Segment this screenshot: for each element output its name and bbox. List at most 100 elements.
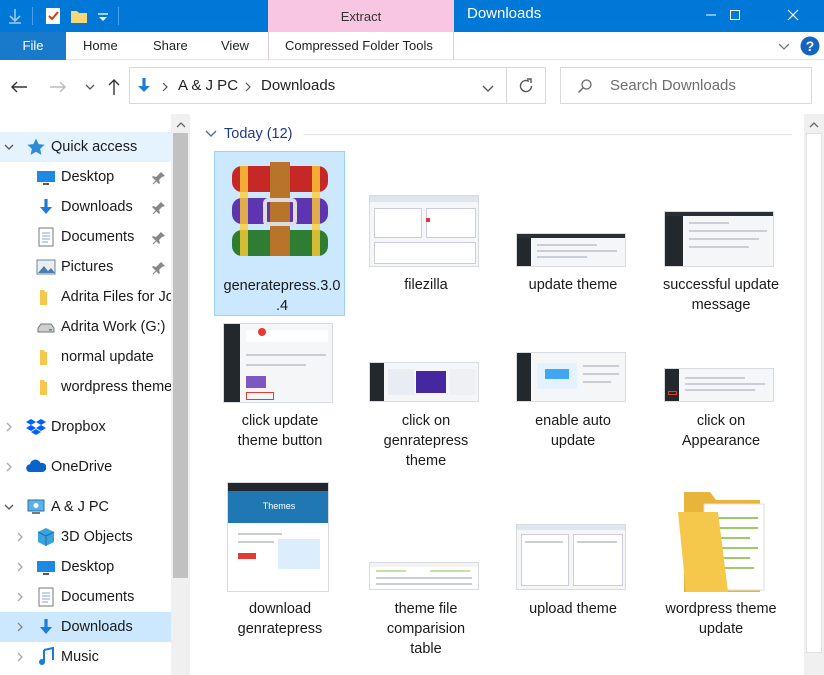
- forward-arrow-icon[interactable]: [46, 72, 70, 102]
- pin-icon[interactable]: [152, 261, 166, 275]
- tab-view[interactable]: View: [221, 32, 249, 60]
- qat-separator: [32, 7, 33, 25]
- file-tile-successful-update[interactable]: successful update message: [654, 151, 788, 316]
- nav-this-pc-label: A & J PC: [51, 499, 110, 515]
- nav-item-pc-documents[interactable]: Documents: [0, 582, 171, 612]
- tab-home[interactable]: Home: [83, 32, 118, 60]
- nav-item-wordpress-theme[interactable]: wordpress theme: [0, 372, 171, 402]
- chevron-right-icon[interactable]: [14, 531, 26, 543]
- nav-item-adrita-files[interactable]: Adrita Files for Jo: [0, 282, 171, 312]
- breadcrumb-separator-icon[interactable]: [244, 80, 252, 96]
- file-name: theme file: [394, 601, 458, 617]
- navigation-pane: Quick access Desktop Downloads Documents…: [0, 114, 171, 675]
- new-folder-icon[interactable]: [68, 5, 90, 27]
- chevron-right-icon[interactable]: [14, 561, 26, 573]
- computer-icon: [26, 497, 46, 517]
- file-tile-update-theme[interactable]: update theme: [506, 151, 640, 311]
- file-tile-filezilla[interactable]: filezilla: [359, 151, 493, 311]
- address-bar[interactable]: A & J PC Downloads: [129, 67, 507, 104]
- file-tile-generatepress[interactable]: generatepress.3.0 .4: [214, 151, 345, 316]
- nav-item-label: Pictures: [61, 259, 114, 275]
- refresh-button[interactable]: [507, 67, 546, 104]
- nav-item-pictures[interactable]: Pictures: [0, 252, 171, 282]
- content-scrollbar-thumb[interactable]: [806, 133, 822, 653]
- file-tile-enable-auto-update[interactable]: enable auto update: [506, 320, 640, 455]
- breadcrumb-this-pc[interactable]: A & J PC: [178, 77, 238, 94]
- nav-item-label: Downloads: [61, 199, 133, 215]
- nav-item-label: Adrita Work (G:): [61, 319, 166, 335]
- help-icon[interactable]: ?: [800, 36, 820, 56]
- maximize-icon[interactable]: [712, 0, 758, 30]
- file-tile-download-genratepress[interactable]: Themes download genratepress: [213, 478, 347, 643]
- chevron-right-icon[interactable]: [3, 461, 15, 473]
- file-name: enable auto: [535, 413, 611, 429]
- nav-item-normal-update[interactable]: normal update: [0, 342, 171, 372]
- scroll-up-icon[interactable]: [175, 117, 187, 133]
- nav-item-music[interactable]: Music: [0, 642, 171, 672]
- nav-item-3d-objects[interactable]: 3D Objects: [0, 522, 171, 552]
- pin-icon[interactable]: [152, 171, 166, 185]
- file-tab[interactable]: File: [0, 32, 66, 60]
- chevron-right-icon[interactable]: [14, 621, 26, 633]
- file-tile-click-update-theme-button[interactable]: click update theme button: [213, 320, 347, 455]
- nav-onedrive[interactable]: OneDrive: [0, 452, 171, 482]
- group-header-label: Today (12): [224, 126, 293, 142]
- file-name-line-2: genratepress: [383, 433, 469, 449]
- expand-ribbon-icon[interactable]: [776, 38, 792, 54]
- nav-item-pc-downloads[interactable]: Downloads: [0, 612, 171, 642]
- up-arrow-icon[interactable]: [102, 72, 126, 102]
- tab-compressed-folder-tools[interactable]: Compressed Folder Tools: [285, 32, 433, 60]
- file-tile-click-on-appearance[interactable]: click on Appearance: [654, 320, 788, 455]
- chevron-down-icon: [205, 130, 217, 137]
- scroll-up-icon[interactable]: [808, 117, 820, 133]
- nav-item-pc-desktop[interactable]: Desktop: [0, 552, 171, 582]
- file-tile-upload-theme[interactable]: upload theme: [506, 478, 640, 623]
- file-name-line-2: message: [691, 297, 751, 313]
- qat-separator-2: [118, 7, 119, 25]
- tab-share[interactable]: Share: [153, 32, 188, 60]
- nav-quick-access-label: Quick access: [51, 139, 138, 155]
- chevron-down-icon[interactable]: [3, 501, 15, 513]
- pin-icon[interactable]: [152, 231, 166, 245]
- chevron-down-icon[interactable]: [3, 141, 15, 153]
- close-icon[interactable]: [770, 0, 816, 30]
- nav-scrollbar-thumb[interactable]: [173, 133, 188, 578]
- desktop-icon: [36, 167, 56, 187]
- nav-item-documents[interactable]: Documents: [0, 222, 171, 252]
- file-name-line-2: update: [698, 621, 744, 637]
- nav-this-pc[interactable]: A & J PC: [0, 492, 171, 522]
- chevron-right-icon[interactable]: [14, 591, 26, 603]
- search-input[interactable]: Search Downloads: [610, 77, 736, 94]
- file-name: click on: [696, 413, 746, 429]
- pin-icon[interactable]: [152, 201, 166, 215]
- refresh-icon: [519, 77, 533, 92]
- properties-icon[interactable]: [42, 5, 64, 27]
- nav-item-label: wordpress theme: [61, 379, 171, 395]
- file-tile-click-on-genratepress[interactable]: click on genratepress theme: [359, 320, 493, 475]
- nav-item-desktop[interactable]: Desktop: [0, 162, 171, 192]
- nav-quick-access[interactable]: Quick access: [0, 132, 171, 162]
- chevron-right-icon[interactable]: [3, 421, 15, 433]
- recent-locations-icon[interactable]: [78, 72, 102, 102]
- file-name-line-3: theme: [405, 453, 447, 469]
- nav-item-adrita-work[interactable]: Adrita Work (G:): [0, 312, 171, 342]
- file-tile-theme-file-comparision[interactable]: theme file comparision table: [359, 478, 493, 663]
- breadcrumb-downloads[interactable]: Downloads: [261, 77, 335, 94]
- nav-item-label: normal update: [61, 349, 154, 365]
- drive-icon: [36, 317, 56, 337]
- pictures-icon: [36, 257, 56, 277]
- breadcrumb-separator-icon[interactable]: [161, 80, 169, 96]
- group-header-today[interactable]: Today (12): [204, 124, 293, 144]
- quick-access-down-icon[interactable]: [4, 5, 26, 27]
- file-name-line-2: comparision: [386, 621, 466, 637]
- nav-item-downloads[interactable]: Downloads: [0, 192, 171, 222]
- customize-qat-icon[interactable]: [92, 5, 114, 27]
- address-dropdown-icon[interactable]: [482, 81, 494, 97]
- comparision-table-thumbnail: [369, 562, 479, 590]
- file-name: generatepress.3.0: [223, 278, 341, 294]
- chevron-right-icon[interactable]: [14, 651, 26, 663]
- search-box[interactable]: Search Downloads: [560, 67, 812, 104]
- file-tile-wordpress-theme-update[interactable]: wordpress theme update: [654, 478, 788, 643]
- nav-dropbox[interactable]: Dropbox: [0, 412, 171, 442]
- back-arrow-icon[interactable]: [7, 72, 31, 102]
